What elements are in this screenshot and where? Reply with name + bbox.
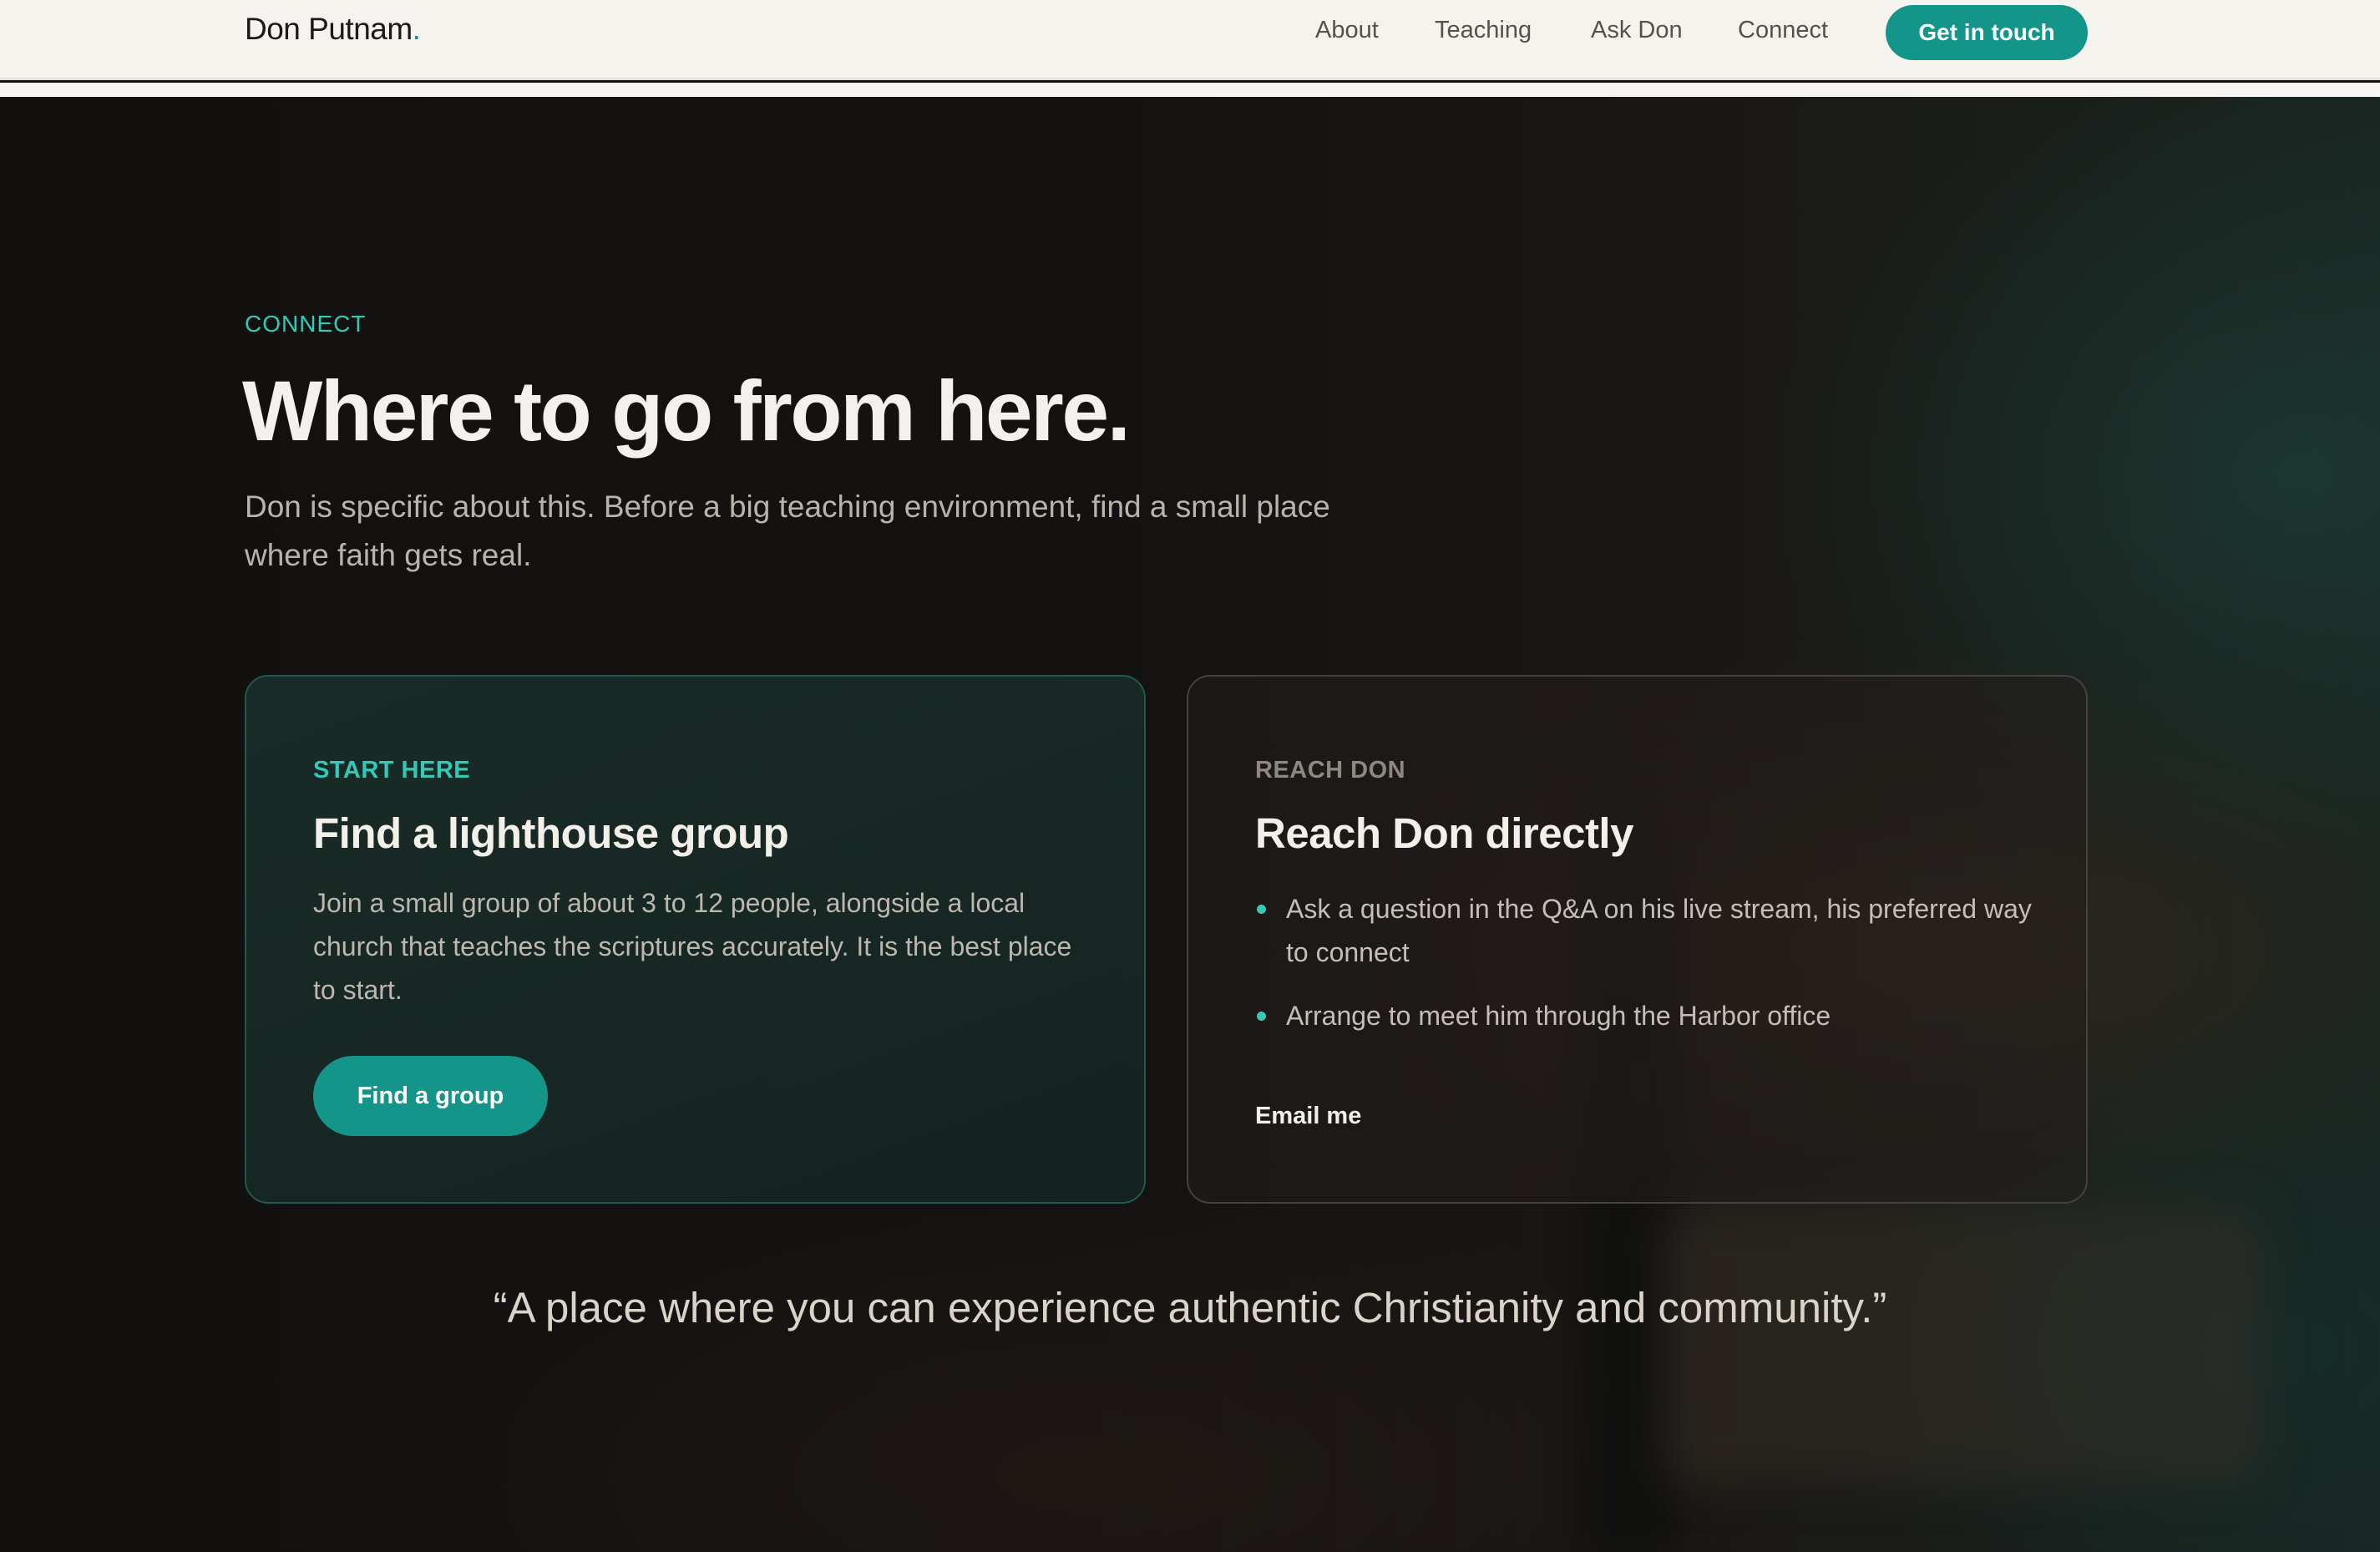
- contact-options-list: Ask a question in the Q&A on his live st…: [1255, 887, 2040, 1057]
- list-item: Arrange to meet him through the Harbor o…: [1255, 994, 2040, 1037]
- nav-link-ask-don[interactable]: Ask Don: [1591, 17, 1683, 44]
- section-title: Where to go from here.: [242, 363, 1131, 459]
- bullet-dot-icon: [1257, 905, 1266, 914]
- nav-link-about[interactable]: About: [1315, 17, 1379, 44]
- card-eyebrow: START HERE: [313, 757, 471, 784]
- nav-link-connect[interactable]: Connect: [1738, 17, 1828, 44]
- brand-name: Don Putnam: [245, 12, 413, 46]
- bullet-dot-icon: [1257, 1012, 1266, 1021]
- card-title: Reach Don directly: [1255, 809, 1633, 857]
- connect-section: CONNECT Where to go from here. Don is sp…: [0, 97, 2380, 1552]
- testimonial-quote: “A place where you can experience authen…: [493, 1284, 1887, 1331]
- get-in-touch-button[interactable]: Get in touch: [1886, 5, 2088, 60]
- list-item-text: Arrange to meet him through the Harbor o…: [1286, 1001, 1831, 1031]
- list-item: Ask a question in the Q&A on his live st…: [1255, 887, 2040, 974]
- brand-logo[interactable]: Don Putnam.: [245, 12, 421, 47]
- card-eyebrow: REACH DON: [1255, 757, 1406, 784]
- list-item-text: Ask a question in the Q&A on his live st…: [1286, 894, 2032, 967]
- nav-divider: [0, 83, 2380, 97]
- email-me-link[interactable]: Email me: [1255, 1103, 1361, 1130]
- background-shape: [1662, 1208, 2263, 1484]
- nav-link-teaching[interactable]: Teaching: [1435, 17, 1532, 44]
- card-title: Find a lighthouse group: [313, 809, 789, 857]
- brand-dot: .: [412, 12, 421, 46]
- lighthouse-group-card: START HERE Find a lighthouse group Join …: [245, 675, 1146, 1204]
- section-subtitle: Don is specific about this. Before a big…: [245, 489, 1330, 572]
- find-a-group-button[interactable]: Find a group: [313, 1056, 548, 1136]
- top-nav-bar: Don Putnam. About Teaching Ask Don Conne…: [0, 0, 2380, 80]
- section-eyebrow: CONNECT: [245, 311, 367, 337]
- card-description: Join a small group of about 3 to 12 peop…: [313, 888, 1072, 1005]
- reach-don-card: REACH DON Reach Don directly Ask a quest…: [1187, 675, 2088, 1204]
